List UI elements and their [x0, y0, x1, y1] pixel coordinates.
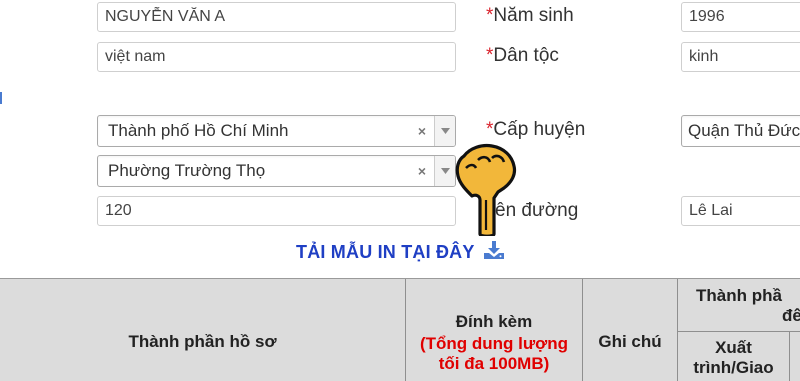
house-number-field[interactable]: 120: [97, 196, 456, 226]
col-components-header: Thành phầ đê: [678, 279, 800, 331]
nationality-field[interactable]: việt nam: [97, 42, 456, 72]
clear-icon[interactable]: ×: [415, 156, 429, 186]
ward-value: Phường Trường Thọ: [108, 161, 266, 180]
district-value: Quận Thủ Đức: [688, 121, 800, 140]
col-documents-header: Thành phần hồ sơ: [0, 279, 406, 381]
col-attachment-header: Đính kèm (Tổng dung lượng tối đa 100MB): [406, 279, 583, 381]
download-label: TẢI MẪU IN TẠI ĐÂY: [296, 242, 475, 262]
ethnicity-field[interactable]: kinh: [681, 42, 800, 72]
col-submit-header: Xuất trình/Giao: [678, 332, 790, 381]
edge-marker: [0, 92, 2, 104]
download-icon: [483, 240, 505, 265]
full-name-field[interactable]: NGUYỄN VĂN A: [97, 2, 456, 32]
documents-table-header: Thành phần hồ sơ Đính kèm (Tổng dung lượ…: [0, 278, 800, 381]
province-select[interactable]: Thành phố Hồ Chí Minh ×: [97, 115, 456, 147]
birth-year-field[interactable]: 1996: [681, 2, 800, 32]
street-field[interactable]: Lê Lai: [681, 196, 800, 226]
ward-select[interactable]: Phường Trường Thọ ×: [97, 155, 456, 187]
province-value: Thành phố Hồ Chí Minh: [108, 121, 289, 140]
download-template-link[interactable]: TẢI MẪU IN TẠI ĐÂY: [296, 240, 505, 265]
district-select[interactable]: Quận Thủ Đức: [681, 115, 800, 147]
birth-year-label: *Năm sinh: [486, 5, 574, 26]
clear-icon[interactable]: ×: [415, 116, 429, 146]
col-note-header: Ghi chú: [583, 279, 678, 381]
ethnicity-label: *Dân tộc: [486, 45, 559, 66]
hand-pointer-icon: [452, 138, 522, 238]
